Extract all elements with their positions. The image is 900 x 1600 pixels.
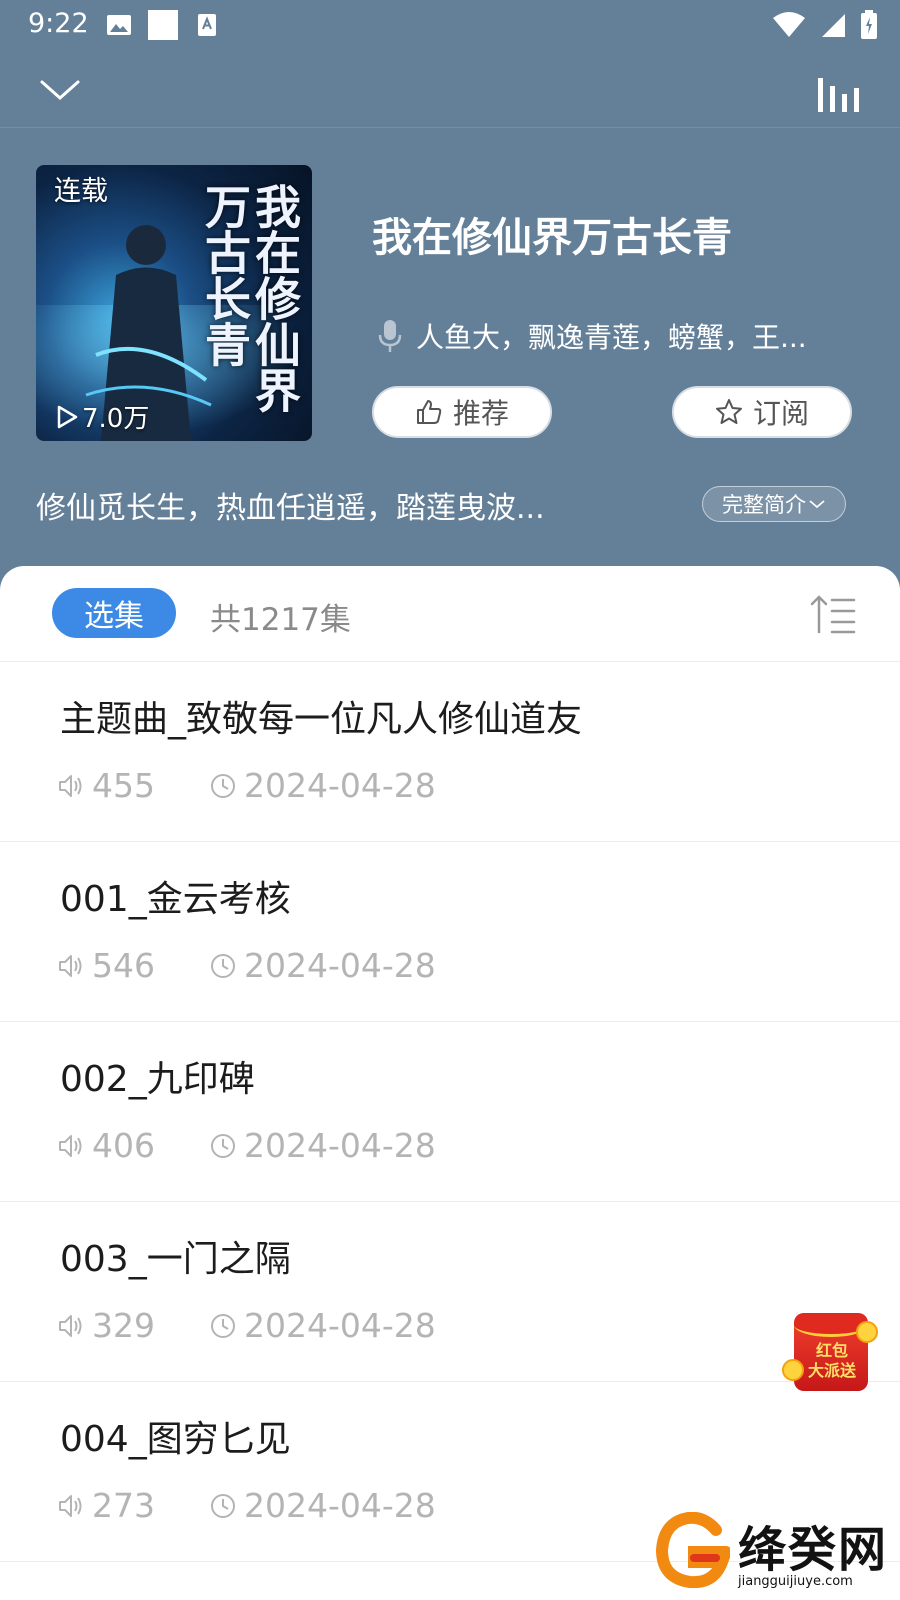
- episode-date: 2024-04-28: [244, 1486, 436, 1525]
- chevron-down-icon: [809, 500, 825, 509]
- wifi-icon: [773, 12, 805, 37]
- intro-text: 修仙觅长生，热血任逍遥，踏莲曳波...: [36, 491, 545, 526]
- episode-date: 2024-04-28: [244, 946, 436, 985]
- watermark-sub: jiangguijiuye.com: [738, 1574, 853, 1589]
- coin-icon: [856, 1321, 878, 1343]
- speaker-icon: [59, 774, 82, 797]
- episode-date: 2024-04-28: [244, 766, 436, 805]
- clock-icon: [211, 1493, 235, 1518]
- episode-date: 2024-04-28: [244, 1126, 436, 1165]
- watermark: 绛癸网 jiangguijiuye.com: [654, 1510, 890, 1596]
- episode-plays: 455: [92, 766, 155, 805]
- status-bar: 9:22: [0, 0, 900, 48]
- battery-icon: [861, 10, 877, 39]
- episode-title: 001_金云考核: [60, 879, 291, 920]
- system-icons: [772, 10, 878, 40]
- episode-item[interactable]: 主题曲_致敬每一位凡人修仙道友 455 2024-04-28: [0, 662, 900, 842]
- episode-item[interactable]: 002_九印碑 406 2024-04-28: [0, 1022, 900, 1202]
- episode-count: 共1217集: [210, 602, 351, 638]
- narrators[interactable]: 人鱼大，飘逸青莲，螃蟹，王...: [378, 316, 838, 356]
- recommend-label: 推荐: [452, 397, 509, 430]
- equalizer-icon[interactable]: [816, 74, 862, 114]
- sort-icon[interactable]: [810, 594, 856, 634]
- episode-meta: 455 2024-04-28: [58, 766, 436, 805]
- episode-meta: 406 2024-04-28: [58, 1126, 436, 1165]
- recommend-button[interactable]: 推荐: [372, 386, 552, 438]
- subscribe-button[interactable]: 订阅: [672, 386, 852, 438]
- mic-icon: [378, 320, 402, 352]
- speaker-icon: [59, 1134, 82, 1157]
- episodes-panel: 选集 共1217集 主题曲_致敬每一位凡人修仙道友 455 2024-04-28…: [0, 566, 900, 1600]
- watermark-logo-icon: [655, 1512, 730, 1588]
- red-packet-line2: 大派送: [807, 1361, 856, 1380]
- full-intro-button[interactable]: 完整简介: [702, 486, 846, 522]
- full-intro-label: 完整简介: [722, 493, 806, 517]
- episode-meta: 329 2024-04-28: [58, 1306, 436, 1345]
- episode-plays: 273: [92, 1486, 155, 1525]
- status-time: 9:22: [28, 8, 89, 39]
- clock-icon: [211, 1313, 235, 1338]
- chevron-down-icon[interactable]: [36, 70, 84, 110]
- font-notification-icon: [198, 14, 216, 36]
- red-packet-text: 红包 大派送: [796, 1341, 868, 1381]
- serialized-badge: 连载: [54, 176, 108, 207]
- tab-episodes[interactable]: 选集: [52, 588, 176, 638]
- clock-icon: [211, 1133, 235, 1158]
- speaker-icon: [59, 1314, 82, 1337]
- image-notification-icon: [107, 15, 131, 35]
- episode-date: 2024-04-28: [244, 1306, 436, 1345]
- clock-icon: [211, 773, 235, 798]
- play-icon: [57, 405, 78, 428]
- episodes-header: 选集 共1217集: [0, 566, 900, 662]
- book-cover[interactable]: 我在修仙界万古长青 连载 7.0万: [36, 165, 312, 441]
- episode-meta: 546 2024-04-28: [58, 946, 436, 985]
- narrators-text: 人鱼大，飘逸青莲，螃蟹，王...: [416, 321, 807, 354]
- play-count-text: 7.0万: [82, 404, 150, 434]
- episode-title: 004_图穷匕见: [60, 1419, 291, 1460]
- episode-plays: 546: [92, 946, 155, 985]
- episode-title: 003_一门之隔: [60, 1239, 291, 1280]
- episode-plays: 406: [92, 1126, 155, 1165]
- thumbs-up-icon: [416, 400, 442, 424]
- cover-play-count: 7.0万: [56, 398, 149, 435]
- speaker-icon: [59, 954, 82, 977]
- subscribe-label: 订阅: [752, 397, 809, 430]
- episode-meta: 273 2024-04-28: [58, 1486, 436, 1525]
- episode-item[interactable]: 001_金云考核 546 2024-04-28: [0, 842, 900, 1022]
- star-icon: [715, 399, 742, 424]
- red-packet-line1: 红包: [815, 1341, 848, 1360]
- signal-icon: [822, 14, 845, 37]
- episode-title: 主题曲_致敬每一位凡人修仙道友: [60, 699, 583, 740]
- top-bar: [0, 48, 900, 128]
- episode-title: 002_九印碑: [60, 1059, 255, 1100]
- speaker-icon: [59, 1494, 82, 1517]
- notification-icons: [106, 10, 220, 40]
- book-title: 我在修仙界万古长青: [372, 215, 732, 261]
- episode-plays: 329: [92, 1306, 155, 1345]
- watermark-text: 绛癸网: [738, 1522, 889, 1578]
- red-packet-button[interactable]: 红包 大派送: [782, 1307, 880, 1397]
- episode-item[interactable]: 003_一门之隔 329 2024-04-28: [0, 1202, 900, 1382]
- cover-title-art: 我在修仙界万古长青: [198, 183, 302, 413]
- blank-notification-icon: [148, 10, 178, 40]
- clock-icon: [211, 953, 235, 978]
